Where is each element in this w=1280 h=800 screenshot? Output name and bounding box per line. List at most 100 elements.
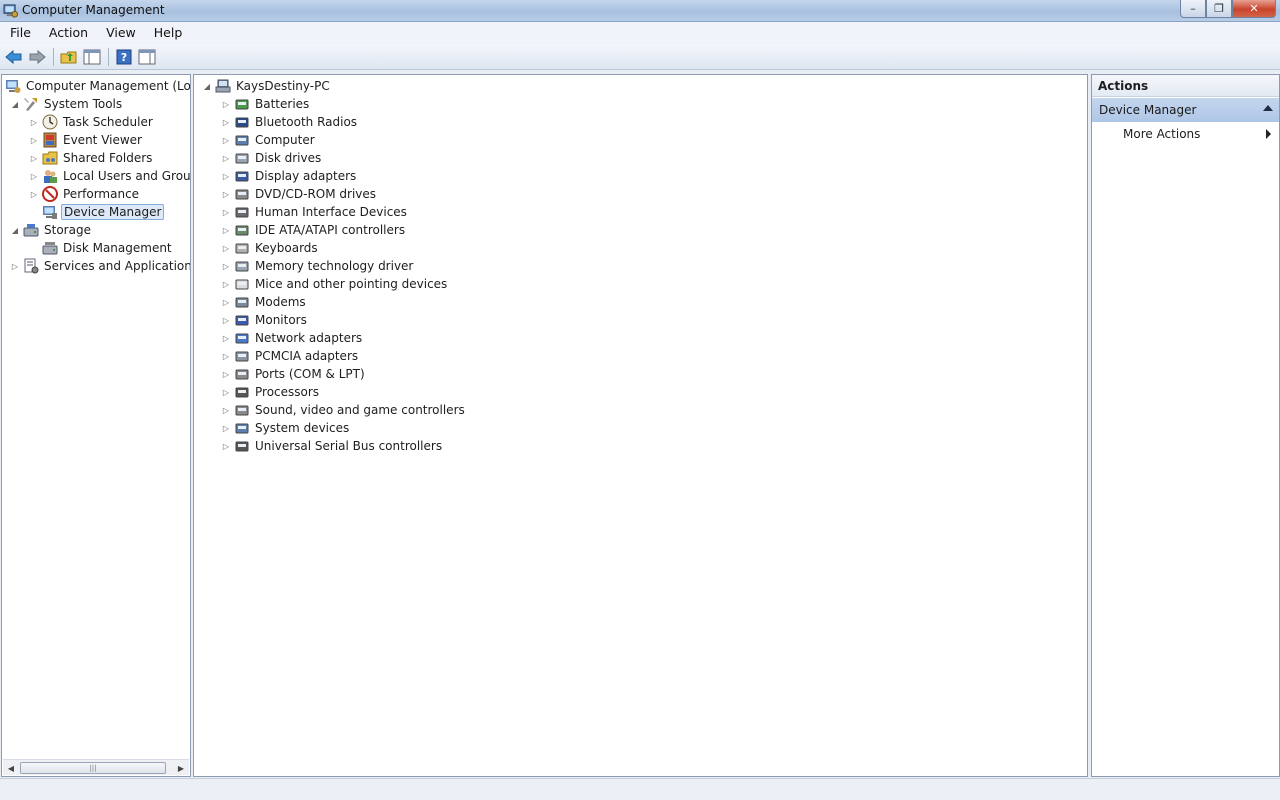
device-category-item[interactable]: ▷ Processors bbox=[221, 383, 321, 401]
collapse-triangle-icon[interactable]: ◢ bbox=[10, 99, 20, 109]
device-category-item[interactable]: ▷ Computer bbox=[221, 131, 317, 149]
scrollbar-thumb[interactable]: ||| bbox=[20, 762, 166, 774]
title-bar: Computer Management – ❐ ✕ bbox=[0, 0, 1280, 22]
more-actions-link[interactable]: More Actions bbox=[1123, 127, 1200, 141]
mouse-icon bbox=[235, 279, 249, 290]
minimize-button[interactable]: – bbox=[1180, 0, 1206, 18]
collapse-up-icon[interactable] bbox=[1263, 105, 1273, 111]
submenu-arrow-icon[interactable] bbox=[1266, 129, 1271, 139]
device-category-item[interactable]: ▷ Disk drives bbox=[221, 149, 323, 167]
expand-triangle-icon[interactable]: ▷ bbox=[10, 261, 20, 271]
expand-triangle-icon[interactable]: ▷ bbox=[29, 153, 39, 163]
expand-triangle-icon[interactable]: ▷ bbox=[221, 333, 231, 343]
system-device-icon bbox=[235, 423, 249, 434]
port-icon bbox=[235, 369, 249, 380]
collapse-triangle-icon[interactable]: ◢ bbox=[202, 81, 212, 91]
computer-icon bbox=[235, 135, 249, 146]
expand-triangle-icon[interactable]: ▷ bbox=[29, 171, 39, 181]
tree-item-storage[interactable]: ◢ Storage bbox=[10, 221, 93, 239]
expand-triangle-icon[interactable]: ▷ bbox=[221, 207, 231, 217]
tree-item-local-users-and-groups[interactable]: ▷ Local Users and Groups bbox=[29, 167, 190, 185]
up-one-level-button[interactable] bbox=[58, 46, 79, 67]
device-category-label: Ports (COM & LPT) bbox=[255, 367, 365, 381]
expand-triangle-icon[interactable]: ▷ bbox=[221, 171, 231, 181]
performance-icon bbox=[42, 186, 58, 202]
expand-triangle-icon[interactable]: ▷ bbox=[221, 153, 231, 163]
forward-arrow-icon bbox=[29, 49, 46, 64]
expand-triangle-icon[interactable]: ▷ bbox=[221, 369, 231, 379]
expand-triangle-icon[interactable]: ▷ bbox=[221, 297, 231, 307]
expand-triangle-icon[interactable]: ▷ bbox=[221, 423, 231, 433]
device-category-label: Processors bbox=[255, 385, 320, 399]
device-category-item[interactable]: ▷ Mice and other pointing devices bbox=[221, 275, 449, 293]
toolbar: ? bbox=[0, 44, 1280, 70]
maximize-button[interactable]: ❐ bbox=[1206, 0, 1232, 18]
scroll-left-icon[interactable]: ◀ bbox=[3, 760, 19, 776]
device-category-item[interactable]: ▷ Sound, video and game controllers bbox=[221, 401, 467, 419]
menu-action[interactable]: Action bbox=[41, 23, 96, 43]
expand-triangle-icon[interactable]: ▷ bbox=[221, 315, 231, 325]
scroll-right-icon[interactable]: ▶ bbox=[173, 760, 189, 776]
device-category-item[interactable]: ▷ PCMCIA adapters bbox=[221, 347, 360, 365]
device-category-item[interactable]: ▷ System devices bbox=[221, 419, 351, 437]
expand-triangle-icon[interactable]: ▷ bbox=[221, 99, 231, 109]
tree-item-system-tools[interactable]: ◢ System Tools bbox=[10, 95, 124, 113]
device-category-item[interactable]: ▷ Display adapters bbox=[221, 167, 358, 185]
expand-triangle-icon[interactable]: ▷ bbox=[221, 405, 231, 415]
help-button[interactable]: ? bbox=[113, 46, 134, 67]
menu-help[interactable]: Help bbox=[146, 23, 191, 43]
device-category-item[interactable]: ▷ Human Interface Devices bbox=[221, 203, 409, 221]
device-category-item[interactable]: ▷ Batteries bbox=[221, 95, 311, 113]
device-category-item[interactable]: ▷ Bluetooth Radios bbox=[221, 113, 359, 131]
tree-item-performance[interactable]: ▷ Performance bbox=[29, 185, 141, 203]
back-button[interactable] bbox=[3, 46, 24, 67]
device-category-item[interactable]: ▷ Modems bbox=[221, 293, 308, 311]
expand-triangle-icon[interactable]: ▷ bbox=[221, 261, 231, 271]
device-category-item[interactable]: ▷ IDE ATA/ATAPI controllers bbox=[221, 221, 407, 239]
tree-label: Event Viewer bbox=[63, 133, 142, 147]
device-category-item[interactable]: ▷ Memory technology driver bbox=[221, 257, 415, 275]
expand-triangle-icon[interactable]: ▷ bbox=[221, 117, 231, 127]
tree-item-shared-folders[interactable]: ▷ Shared Folders bbox=[29, 149, 154, 167]
forward-button[interactable] bbox=[26, 46, 47, 67]
tree-item-device-manager[interactable]: Device Manager bbox=[42, 203, 165, 221]
tree-item-disk-management[interactable]: Disk Management bbox=[42, 239, 174, 257]
device-category-item[interactable]: ▷ Network adapters bbox=[221, 329, 364, 347]
show-hide-console-tree-button[interactable] bbox=[81, 46, 102, 67]
menu-file[interactable]: File bbox=[2, 23, 39, 43]
close-button[interactable]: ✕ bbox=[1232, 0, 1276, 18]
tree-label: Storage bbox=[44, 223, 91, 237]
tree-item-computer-management[interactable]: Computer Management (Local bbox=[5, 77, 190, 95]
expand-triangle-icon[interactable]: ▷ bbox=[221, 189, 231, 199]
horizontal-scrollbar[interactable]: ◀ ||| ▶ bbox=[3, 759, 189, 775]
actions-section-device-manager[interactable]: Device Manager bbox=[1092, 98, 1279, 122]
disk-management-icon bbox=[42, 242, 58, 255]
tree-label: Task Scheduler bbox=[63, 115, 153, 129]
expand-triangle-icon[interactable]: ▷ bbox=[221, 135, 231, 145]
tree-item-computer-root[interactable]: ◢ KaysDestiny-PC bbox=[202, 77, 332, 95]
tree-item-services-and-applications[interactable]: ▷ Services and Applications bbox=[10, 257, 190, 275]
device-category-label: Memory technology driver bbox=[255, 259, 414, 273]
expand-triangle-icon[interactable]: ▷ bbox=[29, 117, 39, 127]
display-adapter-icon bbox=[235, 171, 249, 182]
expand-triangle-icon[interactable]: ▷ bbox=[29, 189, 39, 199]
memory-icon bbox=[235, 261, 249, 272]
device-category-label: Human Interface Devices bbox=[255, 205, 407, 219]
menu-view[interactable]: View bbox=[98, 23, 144, 43]
device-category-item[interactable]: ▷ Ports (COM & LPT) bbox=[221, 365, 367, 383]
tree-item-task-scheduler[interactable]: ▷ Task Scheduler bbox=[29, 113, 155, 131]
expand-triangle-icon[interactable]: ▷ bbox=[221, 225, 231, 235]
expand-triangle-icon[interactable]: ▷ bbox=[221, 387, 231, 397]
device-category-item[interactable]: ▷ Universal Serial Bus controllers bbox=[221, 437, 444, 455]
show-hide-action-pane-button[interactable] bbox=[136, 46, 157, 67]
device-category-item[interactable]: ▷ Keyboards bbox=[221, 239, 320, 257]
tree-item-event-viewer[interactable]: ▷ Event Viewer bbox=[29, 131, 144, 149]
device-category-item[interactable]: ▷ Monitors bbox=[221, 311, 309, 329]
device-category-item[interactable]: ▷ DVD/CD-ROM drives bbox=[221, 185, 378, 203]
expand-triangle-icon[interactable]: ▷ bbox=[221, 441, 231, 451]
expand-triangle-icon[interactable]: ▷ bbox=[221, 279, 231, 289]
expand-triangle-icon[interactable]: ▷ bbox=[29, 135, 39, 145]
expand-triangle-icon[interactable]: ▷ bbox=[221, 243, 231, 253]
expand-triangle-icon[interactable]: ▷ bbox=[221, 351, 231, 361]
collapse-triangle-icon[interactable]: ◢ bbox=[10, 225, 20, 235]
